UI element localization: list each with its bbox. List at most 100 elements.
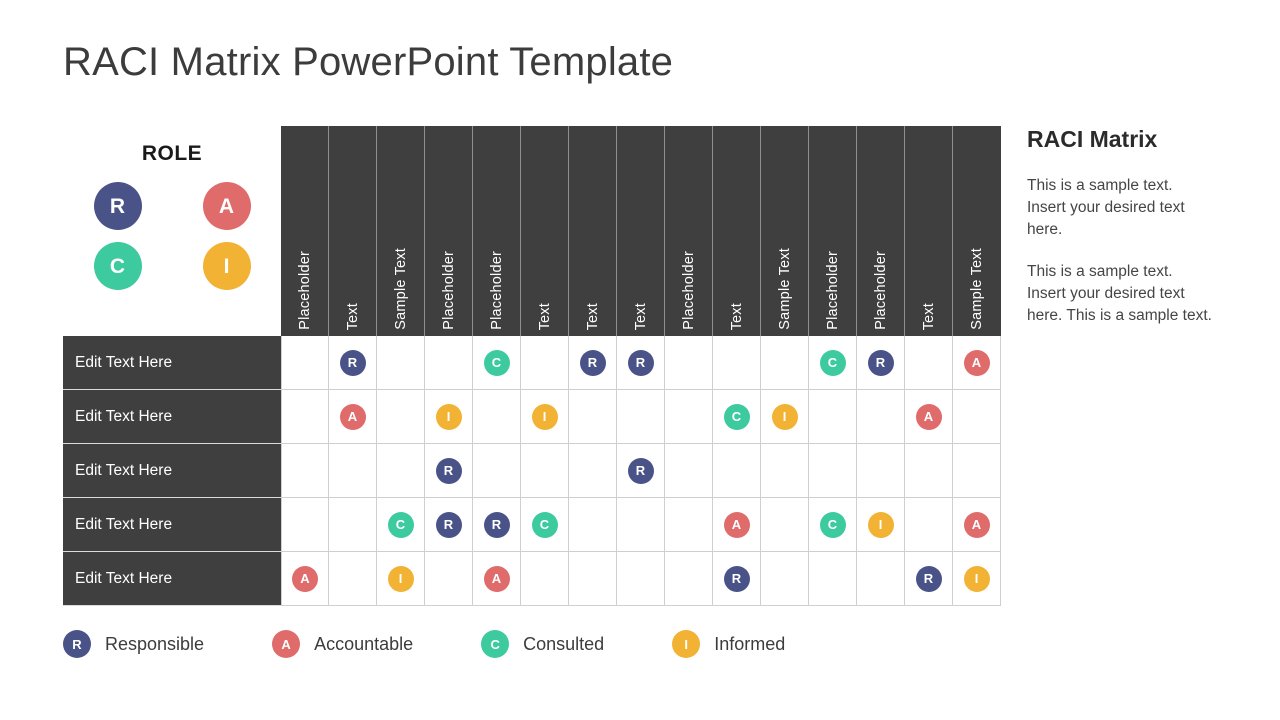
column-header[interactable]: Placeholder — [281, 126, 329, 336]
matrix-cell[interactable] — [377, 390, 425, 444]
matrix-cell[interactable]: R — [617, 444, 665, 498]
column-header[interactable]: Placeholder — [473, 126, 521, 336]
column-header[interactable]: Sample Text — [953, 126, 1001, 336]
matrix-cell[interactable] — [809, 444, 857, 498]
column-header[interactable]: Placeholder — [857, 126, 905, 336]
matrix-cell[interactable] — [665, 498, 713, 552]
matrix-cell[interactable] — [569, 552, 617, 606]
matrix-cell[interactable] — [521, 336, 569, 390]
matrix-cell[interactable] — [329, 498, 377, 552]
matrix-cell[interactable] — [761, 498, 809, 552]
matrix-cell[interactable]: R — [905, 552, 953, 606]
matrix-cell[interactable]: R — [473, 498, 521, 552]
matrix-cell[interactable] — [761, 552, 809, 606]
matrix-cell[interactable]: C — [809, 336, 857, 390]
matrix-cell[interactable]: I — [377, 552, 425, 606]
matrix-cell[interactable]: R — [713, 552, 761, 606]
matrix-cell[interactable]: A — [713, 498, 761, 552]
column-header[interactable]: Placeholder — [665, 126, 713, 336]
matrix-cell[interactable] — [425, 552, 473, 606]
matrix-cell[interactable] — [953, 444, 1001, 498]
matrix-cell[interactable] — [473, 444, 521, 498]
matrix-cell[interactable] — [377, 336, 425, 390]
column-header[interactable]: Text — [617, 126, 665, 336]
matrix-cell[interactable]: I — [953, 552, 1001, 606]
matrix-cell[interactable] — [809, 552, 857, 606]
column-header[interactable]: Text — [905, 126, 953, 336]
matrix-cell[interactable]: A — [905, 390, 953, 444]
matrix-cell[interactable] — [665, 552, 713, 606]
matrix-cell[interactable] — [665, 390, 713, 444]
matrix-cell[interactable]: I — [425, 390, 473, 444]
matrix-cell[interactable] — [281, 336, 329, 390]
row-label[interactable]: Edit Text Here — [63, 336, 281, 390]
matrix-body: Edit Text Here R C R R C R A Edit Text Here A I I C I… — [63, 336, 1001, 606]
column-header[interactable]: Sample Text — [761, 126, 809, 336]
matrix-cell[interactable] — [809, 390, 857, 444]
matrix-cell[interactable]: C — [377, 498, 425, 552]
matrix-cell[interactable] — [713, 336, 761, 390]
matrix-cell[interactable]: R — [617, 336, 665, 390]
matrix-cell[interactable]: C — [809, 498, 857, 552]
column-header[interactable]: Placeholder — [425, 126, 473, 336]
matrix-cell[interactable]: R — [569, 336, 617, 390]
matrix-cell[interactable]: I — [857, 498, 905, 552]
matrix-cell[interactable] — [761, 336, 809, 390]
matrix-cell[interactable]: A — [281, 552, 329, 606]
column-header[interactable]: Text — [569, 126, 617, 336]
matrix-cell[interactable]: A — [329, 390, 377, 444]
matrix-cell[interactable]: C — [713, 390, 761, 444]
matrix-cell[interactable]: A — [953, 498, 1001, 552]
matrix-cell[interactable] — [905, 336, 953, 390]
raci-badge-r: R — [867, 349, 894, 376]
matrix-cell[interactable] — [617, 552, 665, 606]
matrix-cell[interactable]: I — [761, 390, 809, 444]
matrix-cell[interactable]: C — [473, 336, 521, 390]
matrix-cell[interactable] — [665, 444, 713, 498]
row-label[interactable]: Edit Text Here — [63, 498, 281, 552]
column-header[interactable]: Sample Text — [377, 126, 425, 336]
column-header[interactable]: Placeholder — [809, 126, 857, 336]
matrix-cell[interactable]: R — [329, 336, 377, 390]
matrix-cell[interactable] — [425, 336, 473, 390]
matrix-cell[interactable]: I — [521, 390, 569, 444]
matrix-cell[interactable] — [281, 390, 329, 444]
raci-badge-r: R — [627, 457, 654, 484]
matrix-cell[interactable] — [857, 552, 905, 606]
matrix-cell[interactable] — [521, 552, 569, 606]
matrix-cell[interactable] — [617, 390, 665, 444]
row-label[interactable]: Edit Text Here — [63, 390, 281, 444]
matrix-cell[interactable] — [569, 444, 617, 498]
matrix-cell[interactable] — [857, 390, 905, 444]
matrix-cell[interactable] — [281, 444, 329, 498]
matrix-cell[interactable] — [905, 498, 953, 552]
matrix-cell[interactable] — [281, 498, 329, 552]
matrix-cell[interactable] — [569, 390, 617, 444]
matrix-cell[interactable] — [905, 444, 953, 498]
matrix-cell[interactable] — [713, 444, 761, 498]
matrix-cell[interactable]: A — [473, 552, 521, 606]
matrix-cell[interactable] — [329, 444, 377, 498]
matrix-cell[interactable]: R — [857, 336, 905, 390]
row-label[interactable]: Edit Text Here — [63, 552, 281, 606]
matrix-cell[interactable] — [569, 498, 617, 552]
matrix-cell[interactable] — [329, 552, 377, 606]
matrix-cell[interactable] — [473, 390, 521, 444]
matrix-cell[interactable] — [953, 390, 1001, 444]
matrix-cell[interactable]: C — [521, 498, 569, 552]
matrix-cell[interactable] — [521, 444, 569, 498]
row-label[interactable]: Edit Text Here — [63, 444, 281, 498]
matrix-cell[interactable]: R — [425, 498, 473, 552]
column-header[interactable]: Text — [329, 126, 377, 336]
column-header[interactable]: Text — [521, 126, 569, 336]
matrix-cell[interactable]: R — [425, 444, 473, 498]
matrix-cell[interactable]: A — [953, 336, 1001, 390]
matrix-cell[interactable] — [377, 444, 425, 498]
table-row: Edit Text Here C R R C A C I A — [63, 498, 1001, 552]
matrix-cell[interactable] — [617, 498, 665, 552]
matrix-cell[interactable] — [665, 336, 713, 390]
matrix-header-row: Placeholder Text Sample Text Placeholder Pla… — [63, 126, 1001, 336]
matrix-cell[interactable] — [761, 444, 809, 498]
matrix-cell[interactable] — [857, 444, 905, 498]
column-header[interactable]: Text — [713, 126, 761, 336]
